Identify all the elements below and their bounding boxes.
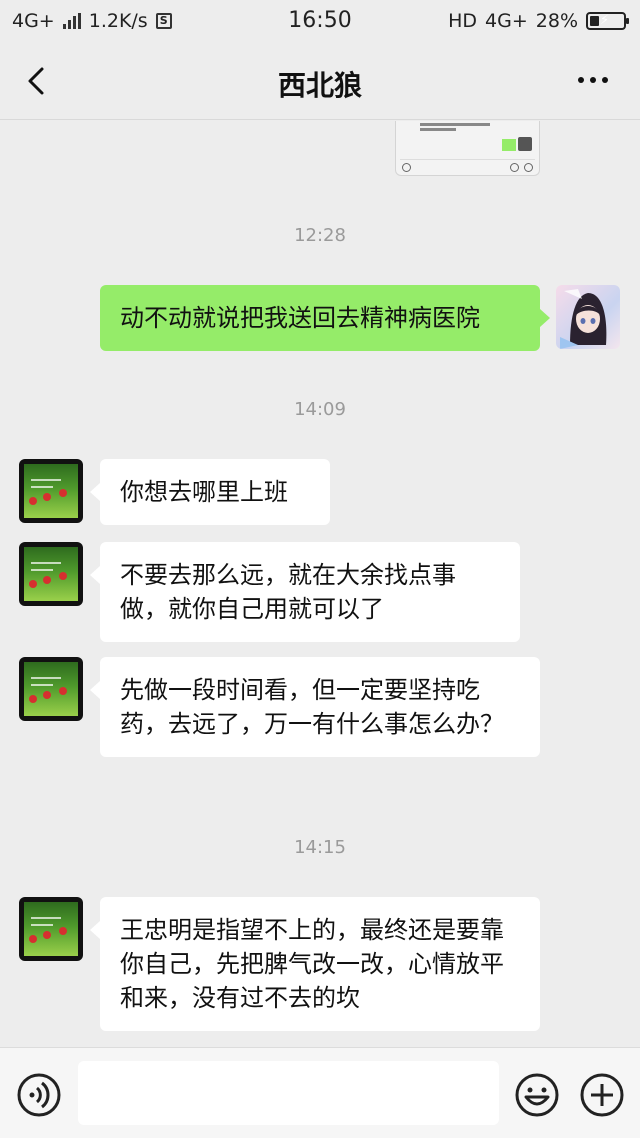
- status-bar: 4G+ 1.2K/s S 16:50 HD 4G+ 28% ⚡: [0, 0, 640, 44]
- contact-avatar[interactable]: [19, 897, 83, 961]
- hd-indicator: HD: [448, 10, 478, 32]
- screenshot-image-message[interactable]: [395, 121, 540, 176]
- message-bubble-incoming[interactable]: 王忠明是指望不上的，最终还是要靠你自己，先把脾气改一改，心情放平和来，没有过不去…: [90, 897, 540, 1031]
- contact-avatar[interactable]: [19, 657, 83, 721]
- more-dots-icon[interactable]: [578, 70, 612, 90]
- chat-header: 西北狼: [0, 44, 640, 120]
- timestamp: 14:15: [294, 837, 346, 858]
- message-input[interactable]: [78, 1061, 499, 1125]
- network-type-right: 4G+: [485, 10, 528, 32]
- status-right: HD 4G+ 28% ⚡: [448, 10, 629, 32]
- message-bubble-incoming[interactable]: 你想去哪里上班: [90, 459, 330, 525]
- battery-icon: ⚡: [586, 12, 629, 30]
- battery-percent: 28%: [535, 10, 578, 32]
- message-bubble-incoming[interactable]: 先做一段时间看，但一定要坚持吃药，去远了，万一有什么事怎么办？: [90, 657, 540, 757]
- emoji-icon[interactable]: [515, 1073, 559, 1117]
- message-bubble-incoming[interactable]: 不要去那么远，就在大余找点事做，就你自己用就可以了: [90, 542, 520, 642]
- contact-avatar[interactable]: [19, 542, 83, 606]
- timestamp: 14:09: [294, 399, 346, 420]
- input-bar: [0, 1047, 640, 1138]
- voice-icon[interactable]: [17, 1073, 61, 1117]
- message-bubble-outgoing[interactable]: 动不动就说把我送回去精神病医院: [100, 285, 550, 351]
- my-avatar[interactable]: [556, 285, 620, 349]
- chat-title: 西北狼: [277, 69, 362, 102]
- plus-icon[interactable]: [580, 1073, 624, 1117]
- timestamp: 12:28: [294, 225, 346, 246]
- message-list[interactable]: 12:28 动不动就说把我送回去精神病医院 14:09 你想去哪里上班 不要去那…: [0, 121, 640, 1047]
- contact-avatar[interactable]: [19, 459, 83, 523]
